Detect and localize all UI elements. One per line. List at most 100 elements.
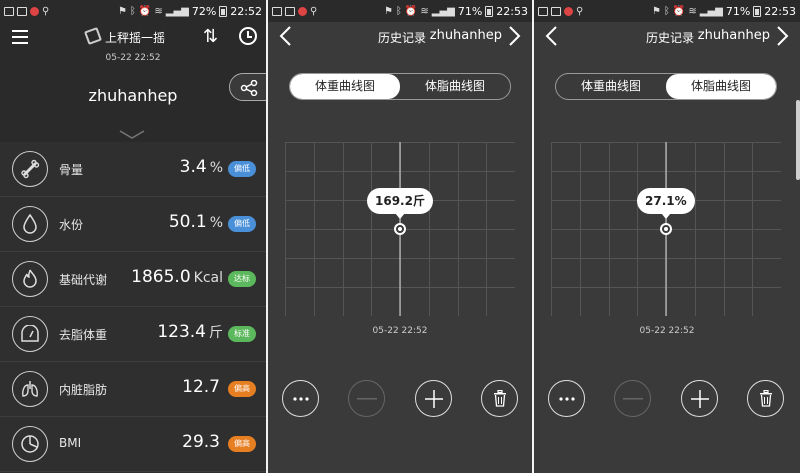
home-header: 上秤摇一摇 ⇅ 05-22 22:52 zhuhanhep <box>0 22 266 142</box>
more-dots-icon <box>558 396 575 401</box>
alarm-icon: ⏰ <box>672 5 686 17</box>
app-icon <box>551 6 561 16</box>
alarm-icon: ⏰ <box>138 5 152 17</box>
more-button[interactable] <box>282 380 319 417</box>
back-arrow-icon[interactable] <box>544 25 558 47</box>
wifi-icon: ≋ <box>688 5 697 17</box>
delete-button[interactable] <box>481 380 518 417</box>
metric-unit: % <box>209 160 223 176</box>
more-button[interactable] <box>548 380 585 417</box>
weight-history-screen: ⚲ ⚑ ᛒ ⏰ ≋ ▂▄▆ 71% 22:53 历史记录 zhuhanhep 体… <box>268 0 532 473</box>
metric-label: 水份 <box>59 218 84 232</box>
measure-time: 05-22 22:52 <box>105 53 161 63</box>
status-time: 22:53 <box>764 4 796 18</box>
metric-number: 1865.0 <box>131 267 191 287</box>
flame-icon <box>12 261 48 297</box>
zoom-in-button[interactable] <box>415 380 452 417</box>
app-icon <box>17 6 27 16</box>
shake-phone-icon <box>84 27 102 45</box>
metric-label: BMI <box>59 436 82 450</box>
metric-unit: 斤 <box>209 325 223 341</box>
nav-username[interactable]: zhuhanhep <box>430 28 502 43</box>
gallery-icon <box>272 6 282 16</box>
metric-row[interactable]: 去脂体重 123.4 斤标准 <box>0 307 266 362</box>
zoom-in-button[interactable] <box>681 380 718 417</box>
metric-value: 123.4 斤 <box>157 322 223 342</box>
menu-icon[interactable] <box>12 30 28 44</box>
chart-type-toggle: 体重曲线图 体脂曲线图 <box>289 73 511 100</box>
metric-value: 3.4% <box>180 157 223 177</box>
status-bar: ⚲ ⚑ ᛒ ⏰ ≋ ▂▄▆ 72% 22:52 <box>0 0 266 22</box>
chart-date: 05-22 22:52 <box>372 326 428 336</box>
metric-row[interactable]: 基础代谢 1865.0 Kcal 达标 <box>0 252 266 307</box>
metric-row[interactable]: 骨量 3.4% 偏低 <box>0 142 266 197</box>
app-title[interactable]: 上秤摇一摇 <box>105 29 165 46</box>
metric-number: 29.3 <box>182 432 220 452</box>
value-tooltip: 169.2斤 <box>367 188 433 219</box>
back-arrow-icon[interactable] <box>278 25 292 47</box>
metric-value: 12.7 <box>182 377 223 397</box>
metric-row[interactable]: 水份 50.1% 偏低 <box>0 197 266 252</box>
status-bar: ⚲ ⚑ ᛒ ⏰ ≋ ▂▄▆ 71% 22:53 <box>534 0 800 22</box>
plus-icon <box>424 389 443 408</box>
battery-icon <box>485 5 494 17</box>
forward-arrow-icon[interactable] <box>776 25 790 47</box>
tab-fat-chart[interactable]: 体脂曲线图 <box>666 74 776 99</box>
lungs-icon <box>12 371 48 407</box>
bone-icon <box>12 151 48 187</box>
metric-value: 1865.0 Kcal <box>131 267 223 287</box>
status-time: 22:53 <box>496 4 528 18</box>
battery-icon <box>753 5 762 17</box>
tab-fat-chart[interactable]: 体脂曲线图 <box>400 74 510 99</box>
metric-label: 去脂体重 <box>59 328 108 342</box>
sort-arrows-icon[interactable]: ⇅ <box>203 26 218 47</box>
wifi-icon: ≋ <box>154 5 163 17</box>
scroll-edge-handle[interactable] <box>796 100 800 180</box>
more-dots-icon <box>292 396 309 401</box>
status-time: 22:52 <box>230 4 262 18</box>
signal-icon: ▂▄▆ <box>165 5 189 17</box>
home-screen: ⚲ ⚑ ᛒ ⏰ ≋ ▂▄▆ 72% 22:52 上秤摇一摇 ⇅ 05-22 22… <box>0 0 266 473</box>
metric-value: 50.1% <box>169 212 223 232</box>
nav-bar: 历史记录 zhuhanhep <box>534 22 800 52</box>
data-point[interactable] <box>394 223 406 235</box>
location-icon: ⚑ <box>117 5 127 17</box>
metric-number: 50.1 <box>168 212 207 232</box>
tab-weight-chart[interactable]: 体重曲线图 <box>556 74 666 99</box>
chart-controls <box>282 380 518 420</box>
trash-icon <box>759 390 772 407</box>
chevron-down-icon[interactable] <box>119 130 145 140</box>
bluetooth-icon: ᛒ <box>663 5 670 17</box>
tab-weight-chart[interactable]: 体重曲线图 <box>290 74 400 99</box>
notification-icon <box>564 6 573 16</box>
battery-percent: 71% <box>457 4 483 18</box>
signal-icon: ▂▄▆ <box>431 5 455 17</box>
forward-arrow-icon[interactable] <box>508 25 522 47</box>
location-icon: ⚑ <box>651 5 661 17</box>
delete-button[interactable] <box>747 380 784 417</box>
history-link[interactable]: 历史记录 <box>646 29 694 46</box>
data-point[interactable] <box>660 223 672 235</box>
nav-username[interactable]: zhuhanhep <box>698 28 770 43</box>
gallery-icon <box>538 6 548 16</box>
metric-label: 基础代谢 <box>59 273 108 287</box>
plus-icon <box>690 389 709 408</box>
antenna-icon: ⚲ <box>310 5 318 17</box>
metric-list: 骨量 3.4% 偏低 水份 50.1% 偏低 基础代谢 1865.0 Kcal 达标 去脂体重 123… <box>0 142 266 472</box>
fat-history-screen: ⚲ ⚑ ᛒ ⏰ ≋ ▂▄▆ 71% 22:53 历史记录 zhuhanhep 体… <box>534 0 800 473</box>
clock-icon[interactable] <box>239 27 257 45</box>
status-badge: 偏高 <box>228 381 256 397</box>
antenna-icon: ⚲ <box>42 5 50 17</box>
history-link[interactable]: 历史记录 <box>378 29 426 46</box>
battery-percent: 71% <box>725 4 751 18</box>
metric-label: 内脏脂肪 <box>59 383 108 397</box>
status-badge: 偏低 <box>228 216 256 232</box>
antenna-icon: ⚲ <box>576 5 584 17</box>
metric-row[interactable]: 内脏脂肪 12.7 偏高 <box>0 362 266 417</box>
alarm-icon: ⏰ <box>404 5 418 17</box>
metric-number: 12.7 <box>182 377 220 397</box>
metric-row[interactable]: BMI 29.3 偏高 <box>0 417 266 472</box>
zoom-out-button[interactable] <box>348 380 385 417</box>
zoom-out-button[interactable] <box>614 380 651 417</box>
battery-icon <box>219 5 228 17</box>
